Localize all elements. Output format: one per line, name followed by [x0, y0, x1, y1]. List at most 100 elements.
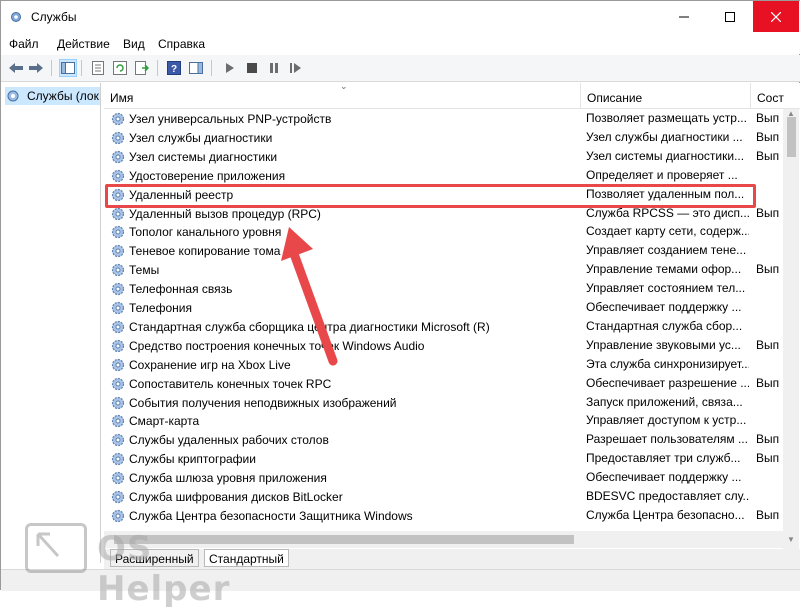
services-list: Имя ⌄ Описание Сост Узел универсальных P… — [104, 83, 800, 549]
table-row[interactable]: Узел системы диагностики Узел системы диа… — [104, 147, 800, 166]
service-description: Управляет состоянием тел... — [586, 281, 746, 296]
service-name-cell: Узел службы диагностики — [110, 130, 580, 146]
table-row[interactable]: Средство построения конечных точек Windo… — [104, 336, 800, 355]
gear-icon — [11, 12, 21, 22]
table-row[interactable]: Сохранение игр на Xbox Live Эта служба си… — [104, 355, 800, 374]
menu-view[interactable]: Вид — [123, 37, 145, 51]
service-name: Смарт-карта — [129, 414, 200, 429]
menu-help[interactable]: Справка — [158, 37, 205, 51]
table-row[interactable]: Смарт-карта Управляет доступом к устр... — [104, 411, 800, 430]
menu-action[interactable]: Действие — [57, 37, 110, 51]
back-arrow-icon — [9, 63, 23, 73]
service-name-cell: События получения неподвижных изображени… — [110, 395, 580, 411]
table-row[interactable]: Узел службы диагностики Узел службы диагн… — [104, 128, 800, 147]
service-status: Вып — [756, 337, 780, 352]
tree-item-label: Службы (лок — [27, 89, 99, 103]
service-description: Узел системы диагностики... — [586, 148, 745, 163]
table-row[interactable]: Службы криптографии Предоставляет три слу… — [104, 449, 800, 468]
close-button[interactable] — [753, 1, 799, 32]
service-name: Служба шлюза уровня приложения — [129, 471, 327, 486]
properties-button[interactable] — [89, 59, 107, 77]
console-tree-button[interactable] — [59, 59, 77, 77]
service-description: Создает карту сети, содерж... — [586, 224, 749, 239]
table-row[interactable]: Темы Управление темами офор... Вып — [104, 260, 800, 279]
table-row[interactable]: Телефонная связь Управляет состоянием тел… — [104, 279, 800, 298]
table-row[interactable]: Удостоверение приложения Определяет и про… — [104, 166, 800, 185]
service-name: Сохранение игр на Xbox Live — [129, 357, 291, 372]
service-description: Стандартная служба сбор... — [586, 318, 743, 333]
tree-item-services-local[interactable]: Службы (лок — [5, 87, 100, 105]
help-icon: ? — [167, 61, 181, 75]
gear-icon — [111, 282, 125, 296]
table-row[interactable]: Сопоставитель конечных точек RPC Обеспечи… — [104, 374, 800, 393]
help-button[interactable]: ? — [165, 59, 183, 77]
table-row[interactable]: Служба шифрования дисков BitLocker BDESVC… — [104, 487, 800, 506]
column-header-status[interactable]: Сост — [751, 83, 800, 109]
service-name-cell: Узел системы диагностики — [110, 149, 580, 165]
column-header-name[interactable]: Имя ⌄ — [104, 83, 581, 109]
service-description: BDESVC предоставляет слу... — [586, 489, 749, 503]
column-header-description[interactable]: Описание — [581, 83, 751, 109]
service-name-cell: Служба шлюза уровня приложения — [110, 470, 580, 486]
service-name: Удостоверение приложения — [129, 168, 286, 183]
table-row[interactable]: Тополог канального уровня Создает карту с… — [104, 222, 800, 241]
service-name: Телефонная связь — [129, 282, 233, 297]
service-name: Теневое копирование тома — [129, 244, 281, 259]
service-description: Запуск приложений, связа... — [586, 394, 743, 409]
table-row[interactable]: Службы удаленных рабочих столов Разрешает… — [104, 430, 800, 449]
console-tree-icon — [61, 62, 75, 74]
table-row[interactable]: Служба шлюза уровня приложения Обеспечива… — [104, 468, 800, 487]
forward-button[interactable] — [27, 59, 45, 77]
gear-icon — [111, 320, 125, 333]
vertical-scrollbar[interactable]: ▲ ▼ — [783, 109, 799, 549]
gear-icon — [111, 490, 125, 504]
properties-icon — [92, 61, 104, 75]
toolbar-separator — [211, 60, 212, 76]
table-row[interactable]: Теневое копирование тома Управляет создан… — [104, 241, 800, 260]
restart-service-button[interactable] — [287, 59, 305, 77]
export-button[interactable] — [133, 59, 151, 77]
action-pane-icon — [189, 62, 203, 74]
service-name-cell: Службы удаленных рабочих столов — [110, 432, 580, 448]
service-status: Вып — [756, 129, 780, 144]
maximize-button[interactable] — [707, 1, 753, 32]
service-name-cell: Служба шифрования дисков BitLocker — [110, 489, 580, 505]
service-status: Вып — [756, 375, 780, 390]
refresh-button[interactable] — [111, 59, 129, 77]
maximize-icon — [725, 11, 735, 22]
column-description-label: Описание — [587, 91, 643, 105]
service-description: Служба Центра безопасно... — [586, 507, 745, 522]
stop-service-button[interactable] — [243, 59, 261, 77]
service-name: Службы криптографии — [129, 452, 256, 467]
column-name-label: Имя — [110, 91, 134, 105]
minimize-button[interactable] — [661, 1, 707, 32]
gear-icon — [111, 396, 125, 409]
service-description: Обеспечивает разрешение ... — [586, 375, 749, 390]
back-button[interactable] — [7, 59, 25, 77]
table-row[interactable]: Узел универсальных PNP-устройств Позволяе… — [104, 109, 800, 128]
service-description: Управляет созданием тене... — [586, 243, 747, 258]
service-description: Управляет доступом к устр... — [586, 413, 747, 428]
toolbar-separator — [51, 60, 52, 76]
gear-icon — [111, 471, 125, 485]
service-description: Управление звуковыми ус... — [586, 337, 741, 352]
scroll-thumb[interactable] — [787, 117, 796, 157]
column-status-label: Сост — [757, 91, 784, 105]
toolbar-separator — [81, 60, 82, 76]
table-row[interactable]: Стандартная служба сборщика центра диагн… — [104, 317, 800, 336]
table-row[interactable]: События получения неподвижных изображени… — [104, 393, 800, 412]
forward-arrow-icon — [29, 63, 43, 73]
action-pane-button[interactable] — [187, 59, 205, 77]
service-name: Темы — [129, 263, 160, 278]
service-name: Тополог канального уровня — [129, 225, 282, 240]
close-icon — [771, 11, 781, 22]
service-description: Определяет и проверяет ... — [586, 167, 738, 182]
scroll-down-icon[interactable]: ▼ — [787, 535, 795, 544]
start-service-button[interactable] — [221, 59, 239, 77]
toolbar: ? — [1, 55, 800, 82]
pause-service-button[interactable] — [265, 59, 283, 77]
menu-file[interactable]: Файл — [9, 37, 39, 51]
restart-icon — [290, 63, 301, 73]
watermark: OS Helper — [13, 519, 273, 609]
table-row[interactable]: Телефония Обеспечивает поддержку ... — [104, 298, 800, 317]
